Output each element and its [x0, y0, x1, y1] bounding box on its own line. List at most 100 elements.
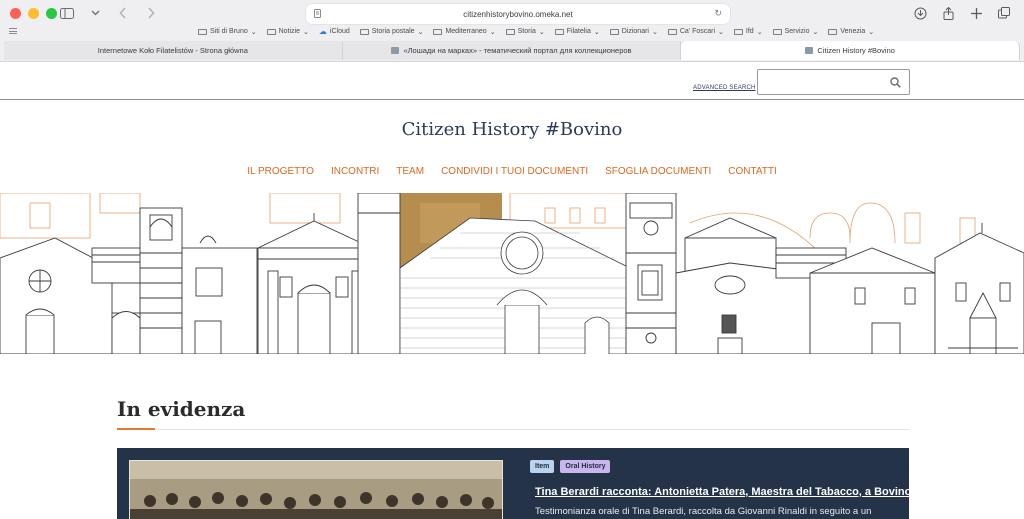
bookmark-label: iCloud: [329, 28, 350, 35]
nav-item[interactable]: SFOGLIA DOCUMENTI: [605, 166, 711, 177]
bookmark-item[interactable]: Servizio ⌄: [772, 27, 819, 36]
chevron-down-icon: ⌄: [718, 28, 724, 36]
chevron-down-icon: ⌄: [651, 28, 658, 36]
nav-item[interactable]: IL PROGETTO: [247, 166, 314, 177]
bookmark-label: Storia: [517, 28, 536, 35]
bookmark-item[interactable]: Ifd ⌄: [733, 27, 763, 36]
downloads-icon[interactable]: [912, 5, 928, 21]
chevron-down-icon: ⌄: [756, 28, 763, 36]
favicon-icon: [805, 47, 814, 54]
folder-icon: [667, 28, 677, 35]
bookmark-item[interactable]: Notizie ⌄: [266, 27, 309, 36]
bookmark-label: Storia postale: [371, 28, 415, 35]
browser-tab[interactable]: «Лошади на марках» - тематический портал…: [342, 41, 682, 60]
tag-list: Item Oral History: [530, 460, 611, 473]
section-accent-line: [117, 428, 155, 430]
sidebar-toggle-icon[interactable]: [58, 5, 76, 21]
folder-icon: [505, 28, 515, 35]
folder-icon: [198, 28, 207, 35]
close-window-button[interactable]: [10, 8, 21, 19]
featured-card: Item Oral History Tina Berardi racconta: …: [117, 448, 909, 519]
featured-photo[interactable]: [129, 460, 503, 519]
bookmark-label: Notizie: [278, 28, 301, 35]
chevron-down-icon: ⌄: [303, 28, 309, 36]
tab-label: «Лошади на марках» - тематический портал…: [403, 46, 632, 55]
browser-chrome: citizenhistorybovino.omeka.net ↻ Siti di…: [0, 0, 1024, 62]
nav-item[interactable]: INCONTRI: [331, 166, 379, 177]
bookmark-label: Venezia: [840, 28, 866, 35]
bookmark-label: Servizio: [784, 28, 810, 35]
site-title[interactable]: Citizen History #Bovino: [0, 119, 1024, 140]
chevron-down-icon: ⌄: [812, 28, 819, 36]
search-input[interactable]: [757, 69, 910, 95]
banner-illustration: [0, 193, 1024, 354]
nav-item[interactable]: CONDIVIDI I TUOI DOCUMENTI: [441, 166, 588, 177]
chevron-down-icon: ⌄: [250, 28, 257, 36]
bookmark-item[interactable]: Ca' Foscari ⌄: [667, 27, 724, 36]
new-tab-icon[interactable]: [968, 5, 984, 21]
forward-arrow-icon[interactable]: [142, 5, 160, 21]
tab-bar: Internetowe Koło Filatelistów - Strona g…: [4, 41, 1021, 60]
tab-overview-icon[interactable]: [996, 5, 1012, 21]
window-controls: [10, 8, 57, 19]
url-text: citizenhistorybovino.omeka.net: [463, 9, 573, 19]
bookmark-item[interactable]: Dizionari ⌄: [609, 27, 658, 36]
item-tag[interactable]: Item: [530, 460, 555, 473]
section-divider: [117, 429, 909, 430]
item-tag[interactable]: Oral History: [560, 460, 611, 473]
toolbar-left: [58, 5, 160, 21]
back-arrow-icon[interactable]: [114, 5, 132, 21]
cloud-icon: ☁: [318, 27, 327, 36]
bookmark-item[interactable]: Storia ⌄: [505, 27, 545, 36]
nav-item[interactable]: CONTATTI: [728, 166, 777, 177]
bookmark-item[interactable]: Siti di Bruno ⌄: [198, 27, 257, 36]
bookmarks-list: Siti di Bruno ⌄ Notizie ⌄ ☁ iCloud Storia post…: [198, 27, 874, 36]
chevron-down-icon: ⌄: [417, 28, 424, 36]
bookmark-label: Ifd: [745, 28, 754, 35]
bookmark-item[interactable]: Venezia ⌄: [828, 27, 874, 36]
folder-icon: [609, 28, 619, 35]
chevron-down-icon: ⌄: [538, 28, 545, 36]
bookmarks-bar: Siti di Bruno ⌄ Notizie ⌄ ☁ iCloud Storia post…: [0, 26, 1024, 40]
header-bar: ADVANCED SEARCH: [0, 62, 1024, 100]
bookmark-label: Mediterraneo: [445, 28, 487, 35]
bookmark-label: Filatelia: [566, 28, 591, 35]
favicon-icon: [391, 47, 400, 54]
folder-icon: [733, 28, 743, 35]
folder-icon: [266, 28, 276, 35]
bookmark-item[interactable]: Filatelia ⌄: [554, 27, 600, 36]
toolbar-right: [912, 5, 1012, 21]
folder-icon: [433, 28, 443, 35]
chevron-down-icon: ⌄: [868, 28, 875, 36]
minimize-window-button[interactable]: [28, 8, 39, 19]
folder-icon: [828, 28, 838, 35]
search-icon[interactable]: [890, 77, 901, 88]
bookmark-item[interactable]: Storia postale ⌄: [359, 27, 424, 36]
chevron-down-icon: ⌄: [593, 28, 600, 36]
menu-icon[interactable]: [9, 28, 17, 34]
bookmark-label: Siti di Bruno: [210, 28, 248, 35]
bookmark-item[interactable]: ☁ iCloud: [319, 27, 350, 36]
tab-label: Internetowe Koło Filatelistów - Strona g…: [97, 46, 248, 55]
folder-icon: [359, 28, 369, 35]
folder-icon: [554, 28, 564, 35]
reload-icon[interactable]: ↻: [714, 8, 722, 19]
web-page: ADVANCED SEARCH Citizen History #Bovino …: [0, 62, 1024, 519]
featured-item-description: Testimonianza orale di Tina Berardi, rac…: [535, 506, 872, 517]
tab-label: Citizen History #Bovino: [817, 46, 895, 55]
advanced-search-link[interactable]: ADVANCED SEARCH: [693, 85, 756, 91]
chevron-down-icon: ⌄: [489, 28, 496, 36]
bookmark-label: Ca' Foscari: [679, 28, 716, 35]
address-bar[interactable]: citizenhistorybovino.omeka.net ↻: [306, 4, 730, 24]
featured-item-title[interactable]: Tina Berardi racconta: Antonietta Patera…: [535, 486, 909, 498]
nav-item[interactable]: TEAM: [396, 166, 424, 177]
share-icon[interactable]: [940, 5, 956, 21]
zoom-window-button[interactable]: [46, 8, 57, 19]
browser-tab[interactable]: Internetowe Koło Filatelistów - Strona g…: [4, 41, 343, 60]
chevron-down-icon[interactable]: [86, 5, 104, 21]
bookmark-item[interactable]: Mediterraneo ⌄: [433, 27, 496, 36]
bookmark-label: Dizionari: [621, 28, 649, 35]
browser-tab[interactable]: Citizen History #Bovino: [681, 41, 1021, 60]
section-heading: In evidenza: [117, 397, 246, 421]
main-navigation: IL PROGETTO INCONTRI TEAM CONDIVIDI I TUOI …: [0, 166, 1024, 177]
